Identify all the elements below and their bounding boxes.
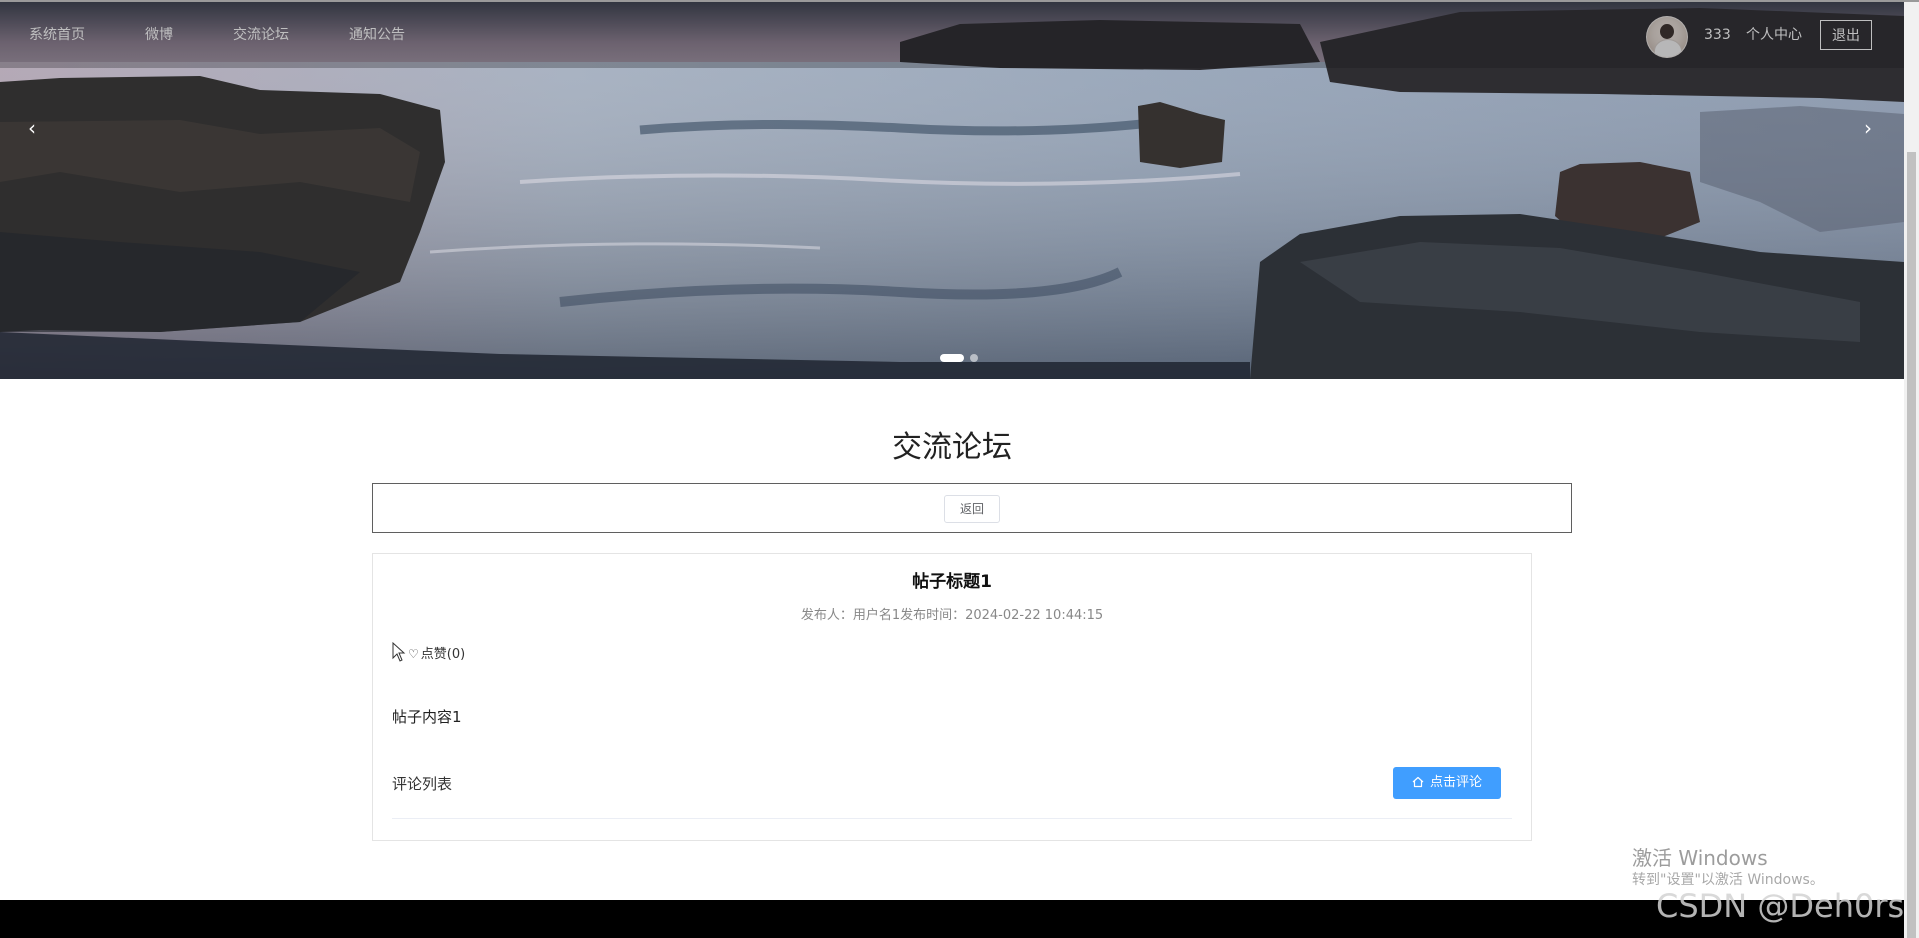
page-title: 交流论坛	[892, 430, 1012, 465]
like-label: 点赞(0)	[420, 647, 466, 662]
heart-icon: ♡	[408, 647, 419, 661]
scrollbar-thumb[interactable]	[1907, 152, 1916, 938]
add-comment-button[interactable]: 点击评论	[1393, 767, 1501, 799]
footer	[0, 900, 1904, 938]
back-button[interactable]: 返回	[944, 495, 1000, 523]
page: 系统首页 微博 交流论坛 通知公告 333 个人中心 退出 ‹ › 交流论坛 返…	[0, 0, 1919, 938]
home-icon	[1412, 776, 1424, 787]
post-meta: 发布人：用户名1发布时间：2024-02-22 10:44:15	[800, 608, 1104, 623]
cursor-icon	[392, 642, 406, 662]
carousel-dot-1[interactable]	[940, 354, 964, 362]
comments-divider	[392, 818, 1512, 819]
chevron-right-icon[interactable]: ›	[1864, 116, 1872, 140]
page-scrollbar[interactable]	[1904, 2, 1919, 938]
top-nav-bar	[0, 2, 1904, 68]
window-top-border	[0, 0, 1919, 2]
comments-heading: 评论列表	[392, 775, 453, 793]
post-card	[372, 553, 1532, 841]
carousel-dot-2[interactable]	[970, 354, 978, 362]
csdn-watermark: CSDN @Deh0rs	[1656, 887, 1905, 925]
windows-activation-title: 激活 Windows	[1632, 846, 1768, 870]
like-button[interactable]: ♡ 点赞(0)	[408, 644, 465, 665]
post-content: 帖子内容1	[392, 708, 462, 726]
post-title: 帖子标题1	[912, 572, 992, 592]
chevron-left-icon[interactable]: ‹	[28, 116, 36, 140]
add-comment-label: 点击评论	[1429, 775, 1482, 790]
